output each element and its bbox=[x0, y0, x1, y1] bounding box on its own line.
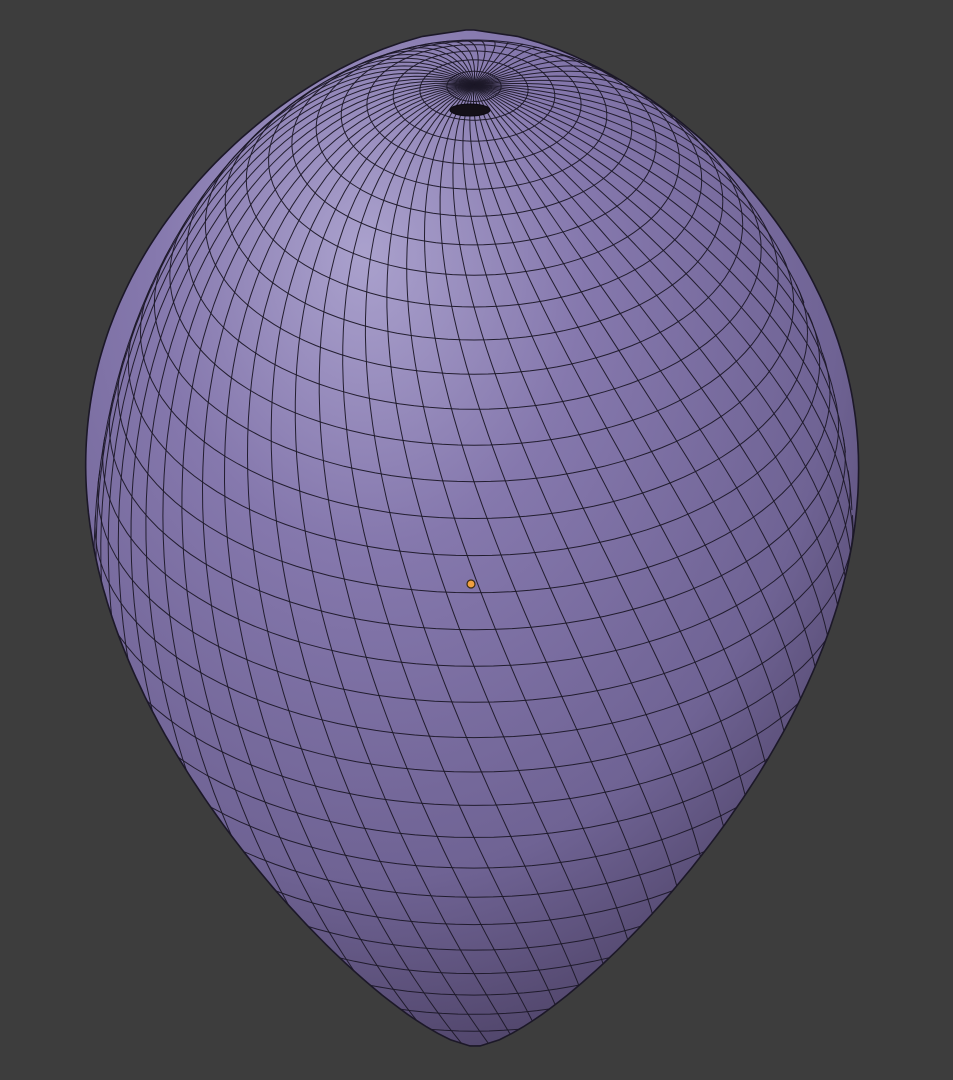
wireframe-edge-loop bbox=[395, 1068, 553, 1080]
object-origin-point[interactable] bbox=[466, 579, 476, 589]
mesh-pole-vertex-cluster bbox=[449, 103, 491, 117]
viewport-canvas[interactable] bbox=[0, 0, 953, 1080]
wireframe-edge-loop bbox=[345, 1049, 603, 1079]
mesh-object-body[interactable] bbox=[84, 29, 860, 1047]
3d-viewport[interactable] bbox=[0, 0, 953, 1080]
wireframe-edge-loop bbox=[853, 548, 855, 561]
